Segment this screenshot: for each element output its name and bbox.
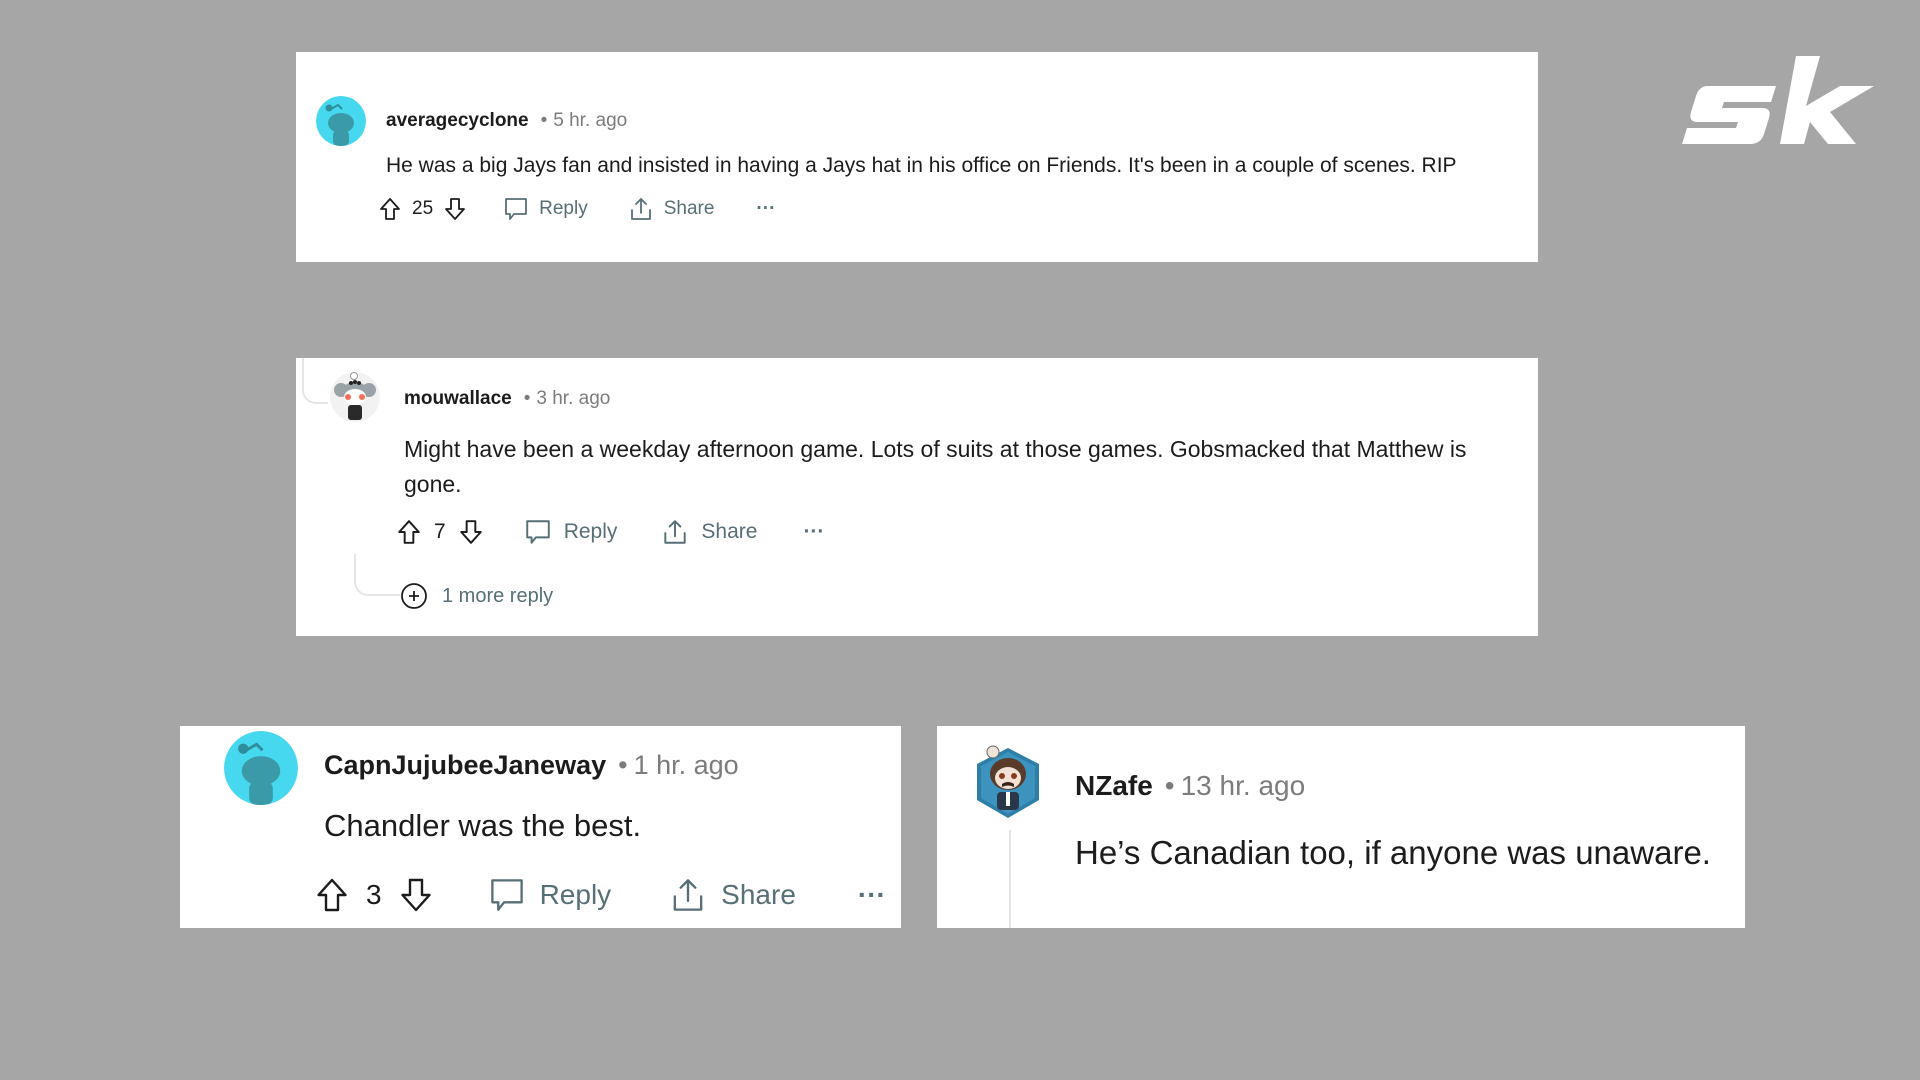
comment-actions: 25 Reply Share ···	[378, 196, 775, 222]
share-button[interactable]: Share	[669, 876, 796, 914]
vote-score: 7	[434, 520, 446, 543]
more-replies-label: 1 more reply	[442, 584, 554, 607]
share-icon	[673, 879, 703, 911]
comment-meta: mouwallace • 3 hr. ago	[404, 388, 610, 410]
vote-score: 3	[366, 879, 382, 910]
share-button[interactable]: Share	[628, 196, 715, 222]
share-button[interactable]: Share	[661, 518, 757, 546]
share-icon	[630, 198, 651, 220]
snoo-avatar-icon	[316, 96, 366, 146]
username-link[interactable]: averagecyclone	[386, 110, 529, 132]
comment-meta: averagecyclone • 5 hr. ago	[386, 110, 627, 132]
comment-card-averagecyclone: averagecyclone • 5 hr. ago He was a big …	[296, 52, 1538, 262]
downvote-button[interactable]	[398, 877, 434, 913]
username-link[interactable]: mouwallace	[404, 388, 512, 410]
downvote-button[interactable]	[443, 197, 467, 221]
downvote-button[interactable]	[458, 519, 484, 545]
upvote-button[interactable]	[396, 519, 422, 545]
username-link[interactable]: NZafe	[1075, 770, 1153, 802]
thread-line	[1009, 830, 1011, 928]
timestamp[interactable]: 13 hr. ago	[1181, 770, 1306, 802]
upvote-arrow-icon	[380, 198, 400, 220]
comment-actions: 3 Reply Share ···	[314, 876, 886, 914]
separator-dot: •	[523, 388, 531, 409]
comment-body: He’s Canadian too, if anyone was unaware…	[1075, 834, 1711, 871]
comment-body: Might have been a weekday afternoon game…	[404, 436, 1467, 497]
comment-body: He was a big Jays fan and insisted in ha…	[386, 154, 1457, 177]
comment-card-nzafe: NZafe • 13 hr. ago He’s Canadian too, if…	[937, 726, 1745, 928]
share-label: Share	[663, 198, 715, 219]
comment-bubble-icon	[505, 198, 528, 220]
reply-button[interactable]: Reply	[488, 876, 612, 914]
share-label: Share	[721, 879, 796, 910]
timestamp[interactable]: 1 hr. ago	[634, 750, 739, 781]
more-options-button[interactable]: ···	[756, 198, 775, 220]
separator-dot: •	[618, 750, 628, 780]
timestamp[interactable]: 3 hr. ago	[536, 388, 610, 410]
share-icon	[664, 520, 687, 544]
user-avatar[interactable]	[973, 742, 1043, 820]
expand-plus-icon	[401, 583, 427, 609]
more-replies-button[interactable]: 1 more reply	[400, 582, 553, 610]
reply-button[interactable]: Reply	[524, 518, 618, 546]
separator-dot: •	[1164, 770, 1175, 801]
sk-logo-icon	[1682, 56, 1874, 144]
vote-score: 25	[412, 198, 434, 219]
more-options-button[interactable]: ···	[858, 879, 886, 911]
username-link[interactable]: CapnJujubeeJaneway	[324, 750, 606, 781]
more-options-button[interactable]: ···	[803, 520, 824, 544]
user-avatar[interactable]	[316, 96, 366, 146]
mustache-snoo-avatar-icon	[977, 745, 1039, 818]
comment-meta: CapnJujubeeJaneway • 1 hr. ago	[324, 750, 739, 781]
thread-line	[354, 554, 400, 596]
reply-label: Reply	[539, 879, 612, 910]
reply-label: Reply	[539, 198, 588, 219]
comment-bubble-icon	[525, 520, 550, 544]
snoo-avatar-icon	[224, 731, 298, 805]
upvote-button[interactable]	[378, 197, 402, 221]
comment-card-capnjujubeejaneway: CapnJujubeeJaneway • 1 hr. ago Chandler …	[180, 726, 901, 928]
sportskeeda-logo	[1680, 52, 1880, 152]
downvote-arrow-icon	[445, 198, 466, 220]
user-avatar[interactable]	[224, 731, 298, 805]
reply-button[interactable]: Reply	[503, 196, 588, 222]
upvote-arrow-icon	[317, 878, 347, 912]
comment-actions: 7 Reply Share ···	[396, 518, 824, 546]
user-avatar[interactable]	[330, 372, 380, 422]
comment-bubble-icon	[490, 879, 523, 911]
comment-meta: NZafe • 13 hr. ago	[1075, 770, 1305, 802]
downvote-arrow-icon	[459, 520, 482, 544]
comment-body: Chandler was the best.	[324, 808, 642, 843]
reply-label: Reply	[563, 520, 618, 543]
comment-card-mouwallace: mouwallace • 3 hr. ago Might have been a…	[296, 358, 1538, 636]
upvote-button[interactable]	[314, 877, 350, 913]
thread-connector-line	[302, 358, 328, 404]
share-label: Share	[701, 520, 758, 543]
timestamp[interactable]: 5 hr. ago	[553, 110, 627, 132]
separator-dot: •	[540, 110, 548, 131]
downvote-arrow-icon	[400, 878, 431, 912]
koala-snoo-avatar-icon	[330, 372, 380, 422]
upvote-arrow-icon	[398, 520, 420, 544]
